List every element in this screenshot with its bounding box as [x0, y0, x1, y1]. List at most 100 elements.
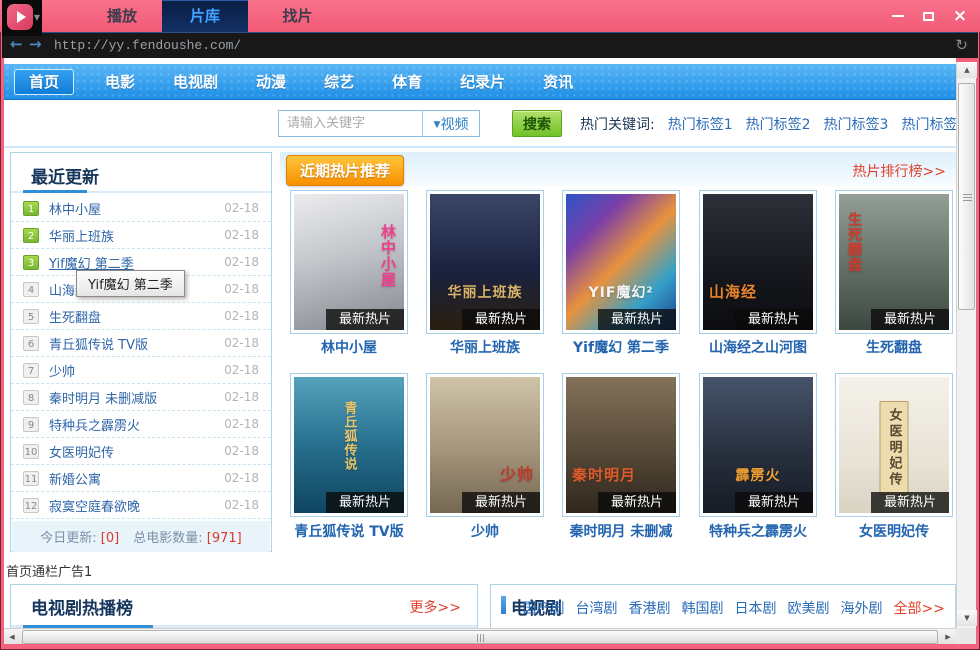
poster-overlay-text: 女医明妃传 [880, 401, 909, 495]
divider-accent [23, 190, 87, 193]
more-link[interactable]: 更多>> [410, 597, 461, 617]
nav-item-news[interactable]: 资讯 [524, 65, 592, 99]
category-link[interactable]: 韩国剧 [682, 598, 724, 618]
movie-card[interactable]: 生死翻盘 最新热片 [835, 190, 953, 334]
list-item[interactable]: 1林中小屋02-18 [11, 195, 271, 222]
category-link[interactable]: 香港剧 [629, 598, 671, 618]
search-category-dropdown[interactable]: ▼视频 [423, 114, 479, 134]
hot-keywords-label: 热门关键词: [580, 114, 655, 134]
tab-library[interactable]: 片库 [162, 0, 248, 32]
scrollbar-corner [956, 628, 976, 644]
vertical-scroll-thumb[interactable] [958, 83, 975, 310]
list-item[interactable]: 9特种兵之霹雳火02-18 [11, 411, 271, 438]
new-hot-badge: 最新热片 [871, 492, 949, 513]
nav-item-variety[interactable]: 综艺 [305, 65, 373, 99]
nav-item-home[interactable]: 首页 [14, 69, 74, 95]
movie-title[interactable]: 林中小屋 [281, 337, 417, 359]
list-item[interactable]: 10女医明妃传02-18 [11, 438, 271, 465]
movie-card[interactable]: 山海经 最新热片 [699, 190, 817, 334]
movie-title[interactable]: 生死翻盘 [826, 337, 962, 359]
nav-item-anime[interactable]: 动漫 [237, 65, 305, 99]
poster-overlay-text: 华丽上班族 [430, 282, 540, 302]
movie-card[interactable]: 秦时明月 最新热片 [562, 373, 680, 517]
list-item[interactable]: 5生死翻盘02-18 [11, 303, 271, 330]
movie-card[interactable]: 霹雳火 最新热片 [699, 373, 817, 517]
movie-title[interactable]: 特种兵之霹雳火 [690, 521, 826, 543]
search-button[interactable]: 搜索 [512, 110, 562, 137]
scroll-up-icon[interactable]: ▲ [957, 62, 977, 78]
horizontal-scroll-thumb[interactable] [22, 630, 938, 644]
app-logo[interactable]: ▼ [2, 0, 42, 36]
new-hot-badge: 最新热片 [462, 492, 540, 513]
minimize-button[interactable] [884, 4, 912, 28]
search-input[interactable] [279, 116, 422, 131]
list-item[interactable]: 7少帅02-18 [11, 357, 271, 384]
nav-item-movies[interactable]: 电影 [86, 65, 154, 99]
url-field[interactable]: http://yy.fendoushe.com/ [54, 38, 241, 53]
close-button[interactable]: × [946, 4, 974, 28]
rank-badge: 1 [23, 201, 39, 216]
titlebar: ▼ 播放 片库 找片 × [0, 0, 980, 32]
tv-hot-ranking-title: 电视剧热播榜 [31, 594, 133, 619]
poster-overlay-text: 秦时明月 [572, 464, 636, 485]
list-item[interactable]: 6青丘狐传说 TV版02-18 [11, 330, 271, 357]
new-hot-badge: 最新热片 [735, 309, 813, 330]
movie-title[interactable]: 山海经之山河图 [690, 337, 826, 359]
nav-item-sports[interactable]: 体育 [373, 65, 441, 99]
hot-ranking-link[interactable]: 热片排行榜>> [853, 161, 946, 181]
new-hot-badge: 最新热片 [326, 492, 404, 513]
back-icon[interactable]: ← [10, 35, 23, 53]
recent-updates-title: 最近更新 [31, 163, 99, 188]
movie-card[interactable]: 少帅 最新热片 [426, 373, 544, 517]
movie-title[interactable]: 女医明妃传 [826, 521, 962, 543]
nav-item-tv[interactable]: 电视剧 [154, 65, 237, 99]
hot-tag-1[interactable]: 热门标签1 [668, 114, 733, 134]
category-link[interactable]: 台湾剧 [576, 598, 618, 618]
rank-badge: 12 [23, 498, 39, 513]
list-item[interactable]: 12寂寞空庭春欲晚02-18 [11, 492, 271, 519]
nav-item-documentary[interactable]: 纪录片 [441, 65, 524, 99]
movie-card[interactable]: 女医明妃传 最新热片 [835, 373, 953, 517]
list-item[interactable]: 2华丽上班族02-18 [11, 222, 271, 249]
rank-badge: 10 [23, 444, 39, 459]
tab-play[interactable]: 播放 [82, 0, 162, 32]
new-hot-badge: 最新热片 [326, 309, 404, 330]
category-link[interactable]: 日本剧 [735, 598, 777, 618]
list-item[interactable]: 11新婚公寓02-18 [11, 465, 271, 492]
movie-title[interactable]: Yif魔幻 第二季 [553, 337, 689, 359]
movie-title[interactable]: 少帅 [417, 521, 553, 543]
all-categories-link[interactable]: 全部>> [894, 598, 945, 618]
new-hot-badge: 最新热片 [871, 309, 949, 330]
movie-card[interactable]: 华丽上班族 最新热片 [426, 190, 544, 334]
logo-dropdown-icon[interactable]: ▼ [34, 13, 40, 22]
rank-badge: 3 [23, 255, 39, 270]
movie-title[interactable]: 华丽上班族 [417, 337, 553, 359]
rank-badge: 6 [23, 336, 39, 351]
rank-badge: 4 [23, 282, 39, 297]
today-count: [0] [101, 531, 119, 546]
hot-section-header: 近期热片推荐 热片排行榜>> [280, 152, 956, 186]
horizontal-scrollbar[interactable]: ◀ ▶ [4, 628, 956, 644]
list-item[interactable]: 8秦时明月 未删减版02-18 [11, 384, 271, 411]
tv-category-links: 国产剧 台湾剧 香港剧 韩国剧 日本剧 欧美剧 海外剧 全部>> [523, 598, 945, 618]
tooltip: Yif魔幻 第二季 [76, 270, 185, 297]
scroll-right-icon[interactable]: ▶ [940, 629, 956, 645]
site-nav: 首页 电影 电视剧 动漫 综艺 体育 纪录片 资讯 [4, 64, 956, 100]
category-link[interactable]: 国产剧 [523, 598, 565, 618]
movie-card[interactable]: 青丘狐传说 最新热片 [290, 373, 408, 517]
movie-title[interactable]: 青丘狐传说 TV版 [281, 521, 417, 543]
refresh-icon[interactable]: ↻ [955, 36, 968, 54]
movie-card[interactable]: 林中小屋 最新热片 [290, 190, 408, 334]
maximize-button[interactable] [914, 4, 942, 28]
hot-tag-2[interactable]: 热门标签2 [746, 114, 811, 134]
category-link[interactable]: 海外剧 [841, 598, 883, 618]
category-link[interactable]: 欧美剧 [788, 598, 830, 618]
movie-title[interactable]: 秦时明月 未删减 [553, 521, 689, 543]
vertical-scrollbar[interactable]: ▲ ▼ [956, 62, 976, 628]
tab-find[interactable]: 找片 [255, 0, 340, 32]
scroll-down-icon[interactable]: ▼ [957, 610, 977, 626]
movie-card[interactable]: YIF魔幻² 最新热片 [562, 190, 680, 334]
hot-tag-3[interactable]: 热门标签3 [824, 114, 889, 134]
scroll-left-icon[interactable]: ◀ [4, 629, 20, 645]
forward-icon[interactable]: → [29, 35, 42, 53]
